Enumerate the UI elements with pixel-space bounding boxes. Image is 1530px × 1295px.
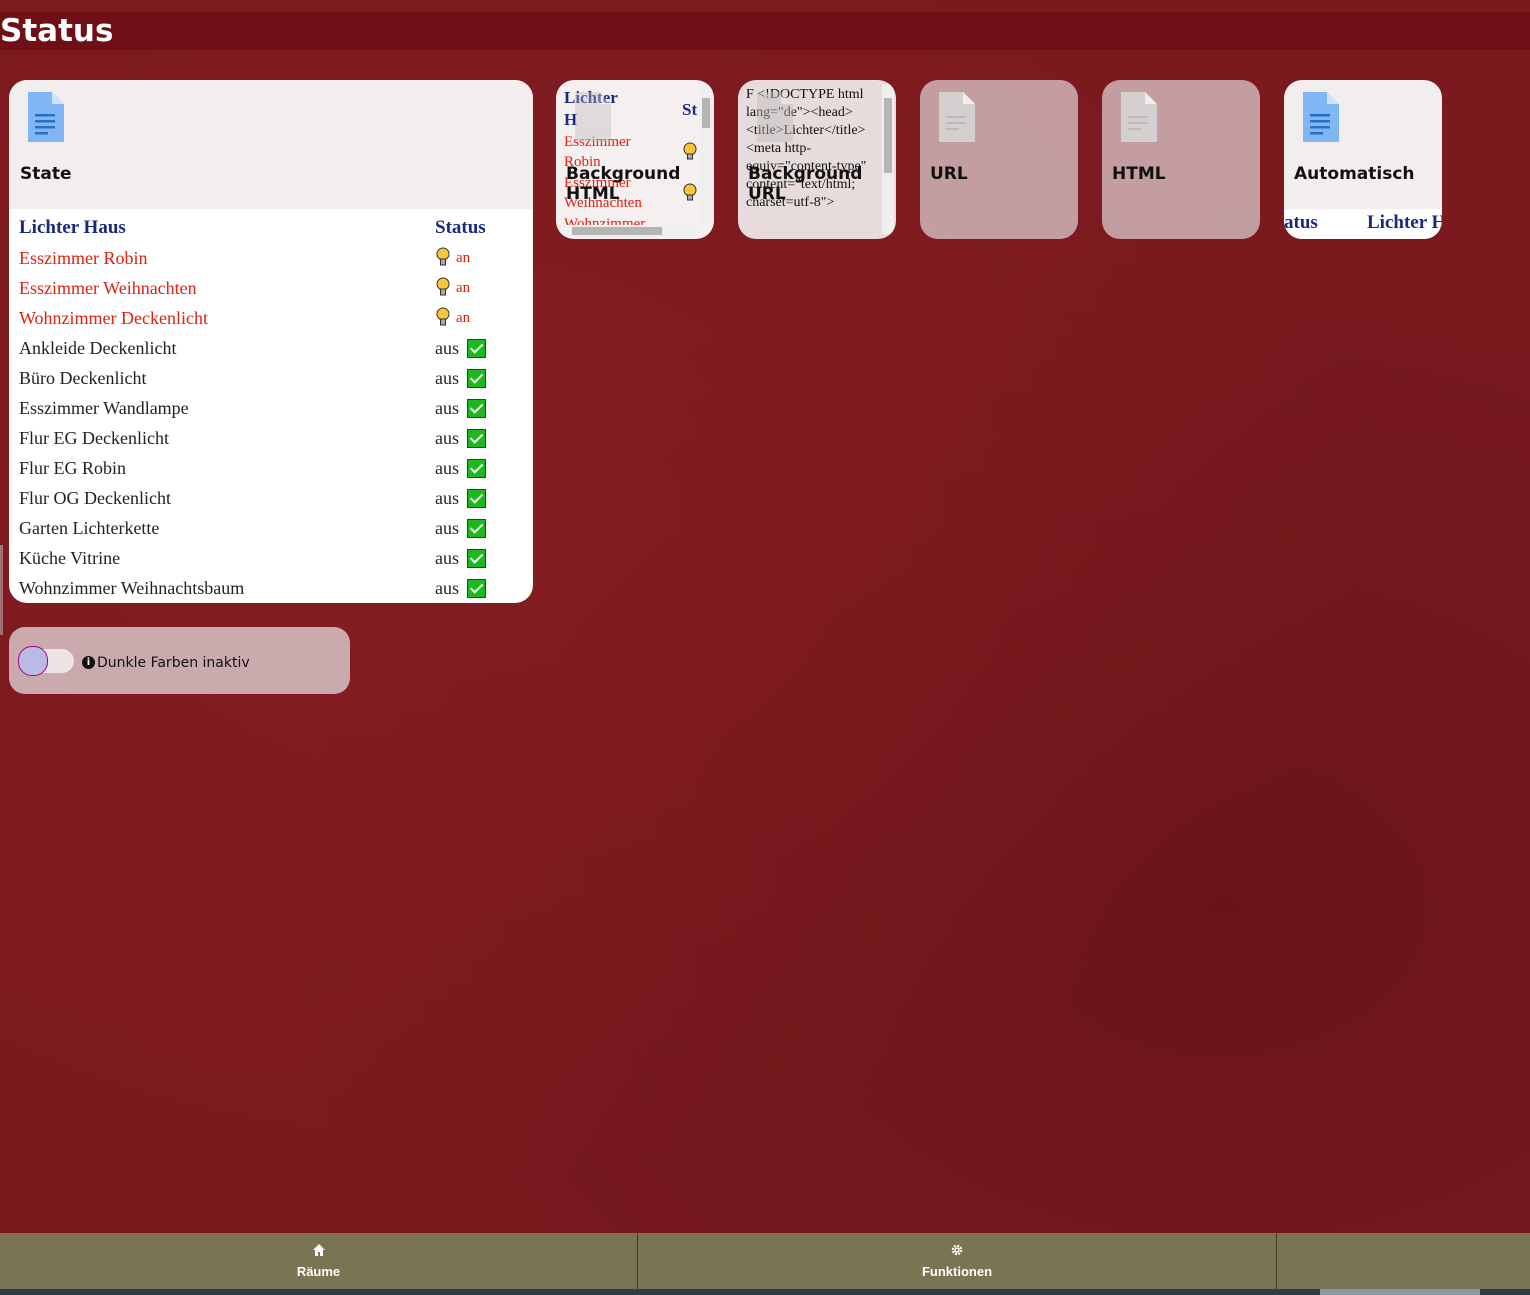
- dark-mode-tile: i Dunkle Farben inaktiv: [9, 627, 350, 694]
- background-html-label: Background HTML: [566, 164, 681, 204]
- document-icon: [939, 92, 975, 142]
- check-icon: [467, 489, 486, 508]
- gear-icon: [951, 1244, 963, 1256]
- table-row: Büro Deckenlicht aus: [19, 363, 519, 393]
- light-status: an: [456, 280, 471, 296]
- light-status: aus: [435, 428, 459, 448]
- preview-header-name: Lichter H: [1367, 212, 1442, 233]
- table-row: Garten Lichterkette aus: [19, 513, 519, 543]
- light-status: aus: [435, 518, 459, 538]
- light-status: aus: [435, 458, 459, 478]
- automatisch-tile-label: Automatisch: [1294, 164, 1415, 184]
- bottom-strip: [0, 1289, 1530, 1295]
- state-tile-header: [9, 80, 533, 209]
- bulb-icon: [436, 247, 450, 266]
- check-icon: [467, 579, 486, 598]
- document-icon: [757, 92, 793, 142]
- document-icon: [28, 92, 64, 142]
- dark-mode-switch-knob[interactable]: [18, 646, 48, 676]
- light-status: aus: [435, 368, 459, 388]
- document-icon: [1303, 92, 1339, 142]
- bulb-icon: [683, 142, 697, 160]
- table-row: Küche Vitrine aus: [19, 543, 519, 573]
- background-url-tile[interactable]: F <!DOCTYPE html lang="de"><head> <title…: [738, 80, 896, 239]
- light-name: Büro Deckenlicht: [19, 368, 147, 388]
- table-row: Esszimmer Wandlampe aus: [19, 393, 519, 423]
- light-status: aus: [435, 548, 459, 568]
- nav-item-label: Funktionen: [921, 1264, 993, 1279]
- table-row: Flur OG Deckenlicht aus: [19, 483, 519, 513]
- table-header-row: Lichter Haus Status: [19, 213, 519, 243]
- column-header-status: Status: [435, 217, 486, 238]
- check-icon: [467, 429, 486, 448]
- light-status: aus: [435, 488, 459, 508]
- automatisch-preview: atus Lichter H: [1284, 209, 1442, 239]
- html-tile[interactable]: HTML: [1102, 80, 1260, 239]
- page-title: Status: [0, 13, 114, 49]
- column-header-name: Lichter Haus: [19, 217, 126, 238]
- side-panel-handle[interactable]: [0, 545, 3, 635]
- state-tile-label: State: [20, 164, 72, 184]
- light-name: Flur EG Deckenlicht: [19, 428, 169, 448]
- home-icon: [312, 1244, 325, 1256]
- lights-table: Lichter Haus Status Esszimmer Robin an Ess…: [19, 213, 519, 603]
- light-name: Flur EG Robin: [19, 458, 127, 478]
- table-row: Flur EG Deckenlicht aus: [19, 423, 519, 453]
- footer-nav: Räume Funktionen: [0, 1233, 1530, 1289]
- nav-item-raeume[interactable]: Räume: [0, 1233, 637, 1289]
- horizontal-scrollbar[interactable]: [560, 225, 696, 237]
- url-tile[interactable]: URL: [920, 80, 1078, 239]
- table-row: Esszimmer Weihnachten an: [19, 273, 519, 303]
- url-tile-label: URL: [930, 164, 968, 184]
- check-icon: [467, 339, 486, 358]
- dark-mode-label: Dunkle Farben inaktiv: [97, 655, 250, 671]
- light-status: aus: [435, 578, 459, 598]
- check-icon: [467, 519, 486, 538]
- light-name: Wohnzimmer Weihnachtsbaum: [19, 578, 245, 598]
- check-icon: [467, 369, 486, 388]
- preview-header-status: St: [682, 100, 698, 119]
- check-icon: [467, 399, 486, 418]
- background-url-label: Background URL: [748, 164, 863, 204]
- table-row: Esszimmer Robin an: [19, 243, 519, 273]
- document-icon: [1121, 92, 1157, 142]
- document-icon: [575, 92, 611, 142]
- vertical-scrollbar[interactable]: [700, 84, 712, 224]
- light-name: Wohnzimmer Deckenlicht: [19, 308, 208, 328]
- preview-header-status: atus: [1284, 212, 1318, 233]
- light-name: Esszimmer Wandlampe: [19, 398, 189, 418]
- vertical-scrollbar[interactable]: [882, 84, 894, 234]
- state-tile[interactable]: State Lichter Haus Status Esszimmer Robi…: [9, 80, 533, 603]
- light-name: Esszimmer Robin: [19, 248, 148, 268]
- automatisch-tile[interactable]: Automatisch atus Lichter H: [1284, 80, 1442, 239]
- info-icon: i: [82, 656, 95, 669]
- table-row: Flur EG Robin aus: [19, 453, 519, 483]
- light-status: an: [456, 250, 471, 266]
- light-status: aus: [435, 338, 459, 358]
- nav-item-empty[interactable]: [1277, 1233, 1530, 1289]
- light-name: Küche Vitrine: [19, 548, 121, 568]
- nav-item-label: Räume: [296, 1264, 341, 1279]
- nav-item-funktionen[interactable]: Funktionen: [638, 1233, 1276, 1289]
- light-name: Garten Lichterkette: [19, 518, 160, 538]
- html-tile-label: HTML: [1112, 164, 1166, 184]
- header-bar: [0, 12, 1530, 50]
- table-row: Wohnzimmer Deckenlicht an: [19, 303, 519, 333]
- light-name: Esszimmer Weihnachten: [19, 278, 197, 298]
- bulb-icon: [436, 277, 450, 296]
- light-status: aus: [435, 398, 459, 418]
- light-status: an: [456, 310, 471, 326]
- table-row: Ankleide Deckenlicht aus: [19, 333, 519, 363]
- light-name: Flur OG Deckenlicht: [19, 488, 171, 508]
- background-html-tile[interactable]: Lichter H St Esszimmer Robin Esszimmer W…: [556, 80, 714, 239]
- table-row: Wohnzimmer Weihnachtsbaum aus: [19, 573, 519, 603]
- bulb-icon: [436, 307, 450, 326]
- light-name: Ankleide Deckenlicht: [19, 338, 177, 358]
- check-icon: [467, 549, 486, 568]
- check-icon: [467, 459, 486, 478]
